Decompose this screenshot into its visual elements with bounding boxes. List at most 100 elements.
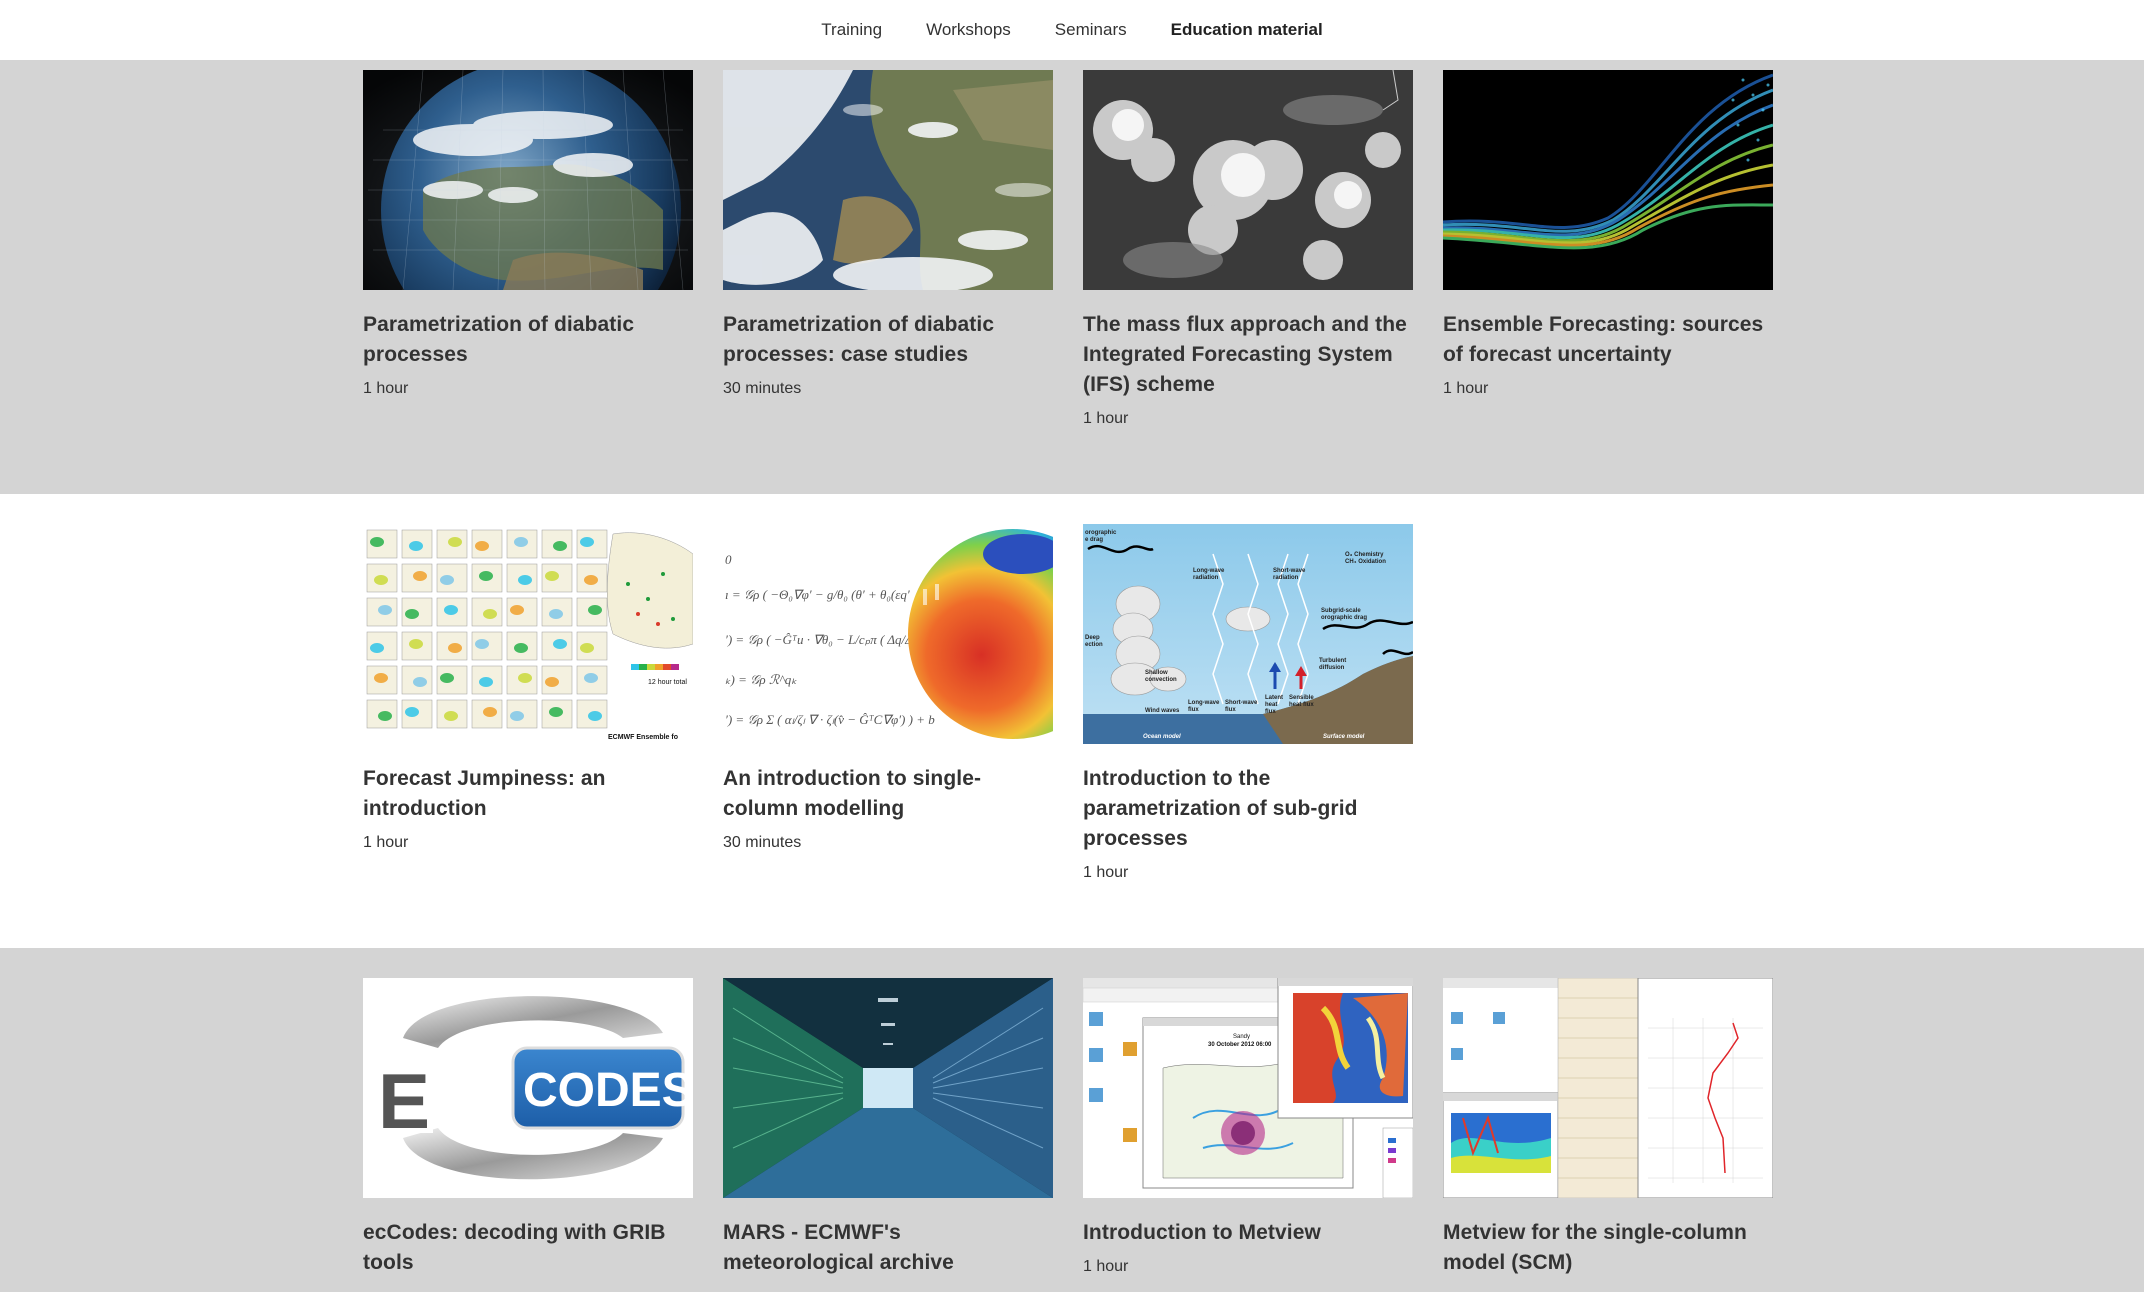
- map-panel-shading: [580, 643, 594, 653]
- map-panel-shading: [580, 537, 594, 547]
- satellite-cloud-cluster-image[interactable]: [1083, 70, 1413, 290]
- course-row-3: E CODES ecCodes: decoding with GRIB tool…: [0, 948, 2144, 1292]
- course-title[interactable]: Parametrization of diabatic processes: c…: [723, 310, 1053, 370]
- map-panel-shading: [475, 541, 489, 551]
- course-title[interactable]: An introduction to single-column modelli…: [723, 764, 1053, 824]
- course-title[interactable]: Introduction to the parametrization of s…: [1083, 764, 1413, 854]
- course-card[interactable]: Sandy 30 October 2012 06:00 Introduction…: [1083, 978, 1413, 1278]
- course-duration: 30 minutes: [723, 834, 802, 851]
- course-row-1: Parametrization of diabatic processes 1 …: [0, 60, 2144, 494]
- map-panel-shading: [448, 643, 462, 653]
- map-panel-shading: [374, 575, 388, 585]
- svg-text:ₖ) = 𝒢ρ ℛ^qₖ: ₖ) = 𝒢ρ ℛ^qₖ: [725, 672, 797, 687]
- map-panel-shading: [549, 707, 563, 717]
- course-duration: 1 hour: [1083, 864, 1129, 881]
- map-panel-shading: [584, 575, 598, 585]
- schematic-label: Wind waves: [1145, 708, 1180, 714]
- map-panel-shading: [440, 673, 454, 683]
- schematic-label: Sensible heat flux: [1289, 695, 1314, 708]
- map-panel-shading: [409, 541, 423, 551]
- map-title: Sandy: [1233, 1034, 1250, 1040]
- map-panel-shading: [545, 677, 559, 687]
- map-panel-shading: [413, 677, 427, 687]
- course-title[interactable]: Parametrization of diabatic processes: [363, 310, 693, 370]
- physics-schematic-image[interactable]: orographic e drag Long-wave radiation Shor…: [1083, 524, 1413, 744]
- schematic-label: Ocean model: [1143, 734, 1181, 740]
- map-panel-shading: [483, 707, 497, 717]
- satellite-europe-clouds-image[interactable]: [723, 70, 1053, 290]
- metview-screenshot-image[interactable]: Sandy 30 October 2012 06:00: [1083, 978, 1413, 1198]
- map-panel-shading: [518, 673, 532, 683]
- map-panel-shading: [514, 643, 528, 653]
- map-panel-shading: [553, 639, 567, 649]
- svg-text:′) = 𝒢ρ ( −Ĝᵀu · ∇θ₀ − L/cₚπ: ′) = 𝒢ρ ( −Ĝᵀu · ∇θ₀ − L/cₚπ ( Δq/Δt: [725, 632, 917, 647]
- map-panel-shading: [510, 711, 524, 721]
- course-title[interactable]: MARS - ECMWF's meteorological archive: [723, 1218, 1053, 1278]
- course-title[interactable]: ecCodes: decoding with GRIB tools: [363, 1218, 693, 1278]
- logo-letter: E: [378, 1057, 430, 1145]
- course-card[interactable]: 0 ı = 𝒢ρ ( −Θ₀∇φ′ − g/θ₀ (θ′ + θ₀(εq′ ′)…: [723, 524, 1053, 884]
- course-title[interactable]: Ensemble Forecasting: sources of forecas…: [1443, 310, 1773, 370]
- course-card[interactable]: 12 hour total ECMWF Ensemble fo Forecast…: [363, 524, 693, 884]
- map-panel-shading: [479, 571, 493, 581]
- nav-seminars-link[interactable]: Seminars: [1055, 14, 1127, 46]
- map-panel-shading: [374, 673, 388, 683]
- nav-education-material-link[interactable]: Education material: [1171, 14, 1323, 46]
- schematic-label: O₃ Chemistry CH₄ Oxidation: [1345, 552, 1386, 565]
- course-card[interactable]: The mass flux approach and the Integrate…: [1083, 70, 1413, 430]
- map-panel-shading: [413, 571, 427, 581]
- schematic-label: Subgrid-scale orographic drag: [1321, 608, 1367, 621]
- course-duration: 1 hour: [1083, 1258, 1129, 1275]
- map-panel-shading: [553, 541, 567, 551]
- eccodes-logo-image[interactable]: E CODES: [363, 978, 693, 1198]
- nav-training-link[interactable]: Training: [821, 14, 882, 46]
- map-panel-shading: [584, 673, 598, 683]
- course-duration: 1 hour: [1443, 380, 1489, 397]
- logo-text: CODES: [523, 1064, 693, 1117]
- course-duration: 1 hour: [363, 380, 409, 397]
- figure-footer-label: ECMWF Ensemble fo: [608, 734, 678, 741]
- top-navigation: Training Workshops Seminars Education ma…: [0, 0, 2144, 60]
- course-card[interactable]: Parametrization of diabatic processes 1 …: [363, 70, 693, 430]
- map-panel-shading: [475, 639, 489, 649]
- svg-text:ı = 𝒢ρ ( −Θ₀∇φ′ − g/θ₀ (θ′ +: ı = 𝒢ρ ( −Θ₀∇φ′ − g/θ₀ (θ′ + θ₀(εq′: [725, 587, 910, 602]
- metview-scm-screenshot-image[interactable]: [1443, 978, 1773, 1198]
- course-card[interactable]: Metview for the single-column model (SCM…: [1443, 978, 1773, 1278]
- map-panel-shading: [510, 605, 524, 615]
- course-title[interactable]: The mass flux approach and the Integrate…: [1083, 310, 1413, 400]
- map-panel-shading: [444, 711, 458, 721]
- map-panel-shading: [444, 605, 458, 615]
- course-card[interactable]: E CODES ecCodes: decoding with GRIB tool…: [363, 978, 693, 1278]
- map-panel-shading: [448, 537, 462, 547]
- map-panel-shading: [405, 707, 419, 717]
- map-panel-shading: [409, 639, 423, 649]
- map-panel-shading: [588, 605, 602, 615]
- map-panel-shading: [514, 537, 528, 547]
- course-duration: 30 minutes: [723, 380, 802, 397]
- course-title[interactable]: Metview for the single-column model (SCM…: [1443, 1218, 1773, 1278]
- course-duration: 1 hour: [363, 834, 409, 851]
- map-panel-shading: [549, 609, 563, 619]
- course-card[interactable]: Parametrization of diabatic processes: c…: [723, 70, 1053, 430]
- data-center-corridor-image[interactable]: [723, 978, 1053, 1198]
- map-panel-shading: [545, 571, 559, 581]
- course-title[interactable]: Introduction to Metview: [1083, 1218, 1413, 1248]
- map-panel-shading: [405, 609, 419, 619]
- ensemble-trajectories-image[interactable]: [1443, 70, 1773, 290]
- nav-workshops-link[interactable]: Workshops: [926, 14, 1011, 46]
- legend-label: 12 hour total: [648, 679, 687, 686]
- earth-globe-grid-image[interactable]: [363, 70, 693, 290]
- map-panel-shading: [440, 575, 454, 585]
- course-card[interactable]: orographic e drag Long-wave radiation Shor…: [1083, 524, 1413, 884]
- course-title[interactable]: Forecast Jumpiness: an introduction: [363, 764, 693, 824]
- map-panel-shading: [479, 677, 493, 687]
- map-panel-shading: [483, 609, 497, 619]
- course-card[interactable]: Ensemble Forecasting: sources of forecas…: [1443, 70, 1773, 430]
- course-card[interactable]: MARS - ECMWF's meteorological archive: [723, 978, 1053, 1278]
- svg-text:0: 0: [725, 552, 732, 567]
- svg-text:′) = 𝒢ρ Σ ( αₗ/ζₗ ∇ · ζₗ(v̂ −: ′) = 𝒢ρ Σ ( αₗ/ζₗ ∇ · ζₗ(v̂ − ĜᵀC∇φ′) ) …: [725, 712, 935, 727]
- map-panel-shading: [518, 575, 532, 585]
- ensemble-map-panels-image[interactable]: 12 hour total ECMWF Ensemble fo: [363, 524, 693, 744]
- map-panel-shading: [378, 605, 392, 615]
- equations-sphere-image[interactable]: 0 ı = 𝒢ρ ( −Θ₀∇φ′ − g/θ₀ (θ′ + θ₀(εq′ ′)…: [723, 524, 1053, 744]
